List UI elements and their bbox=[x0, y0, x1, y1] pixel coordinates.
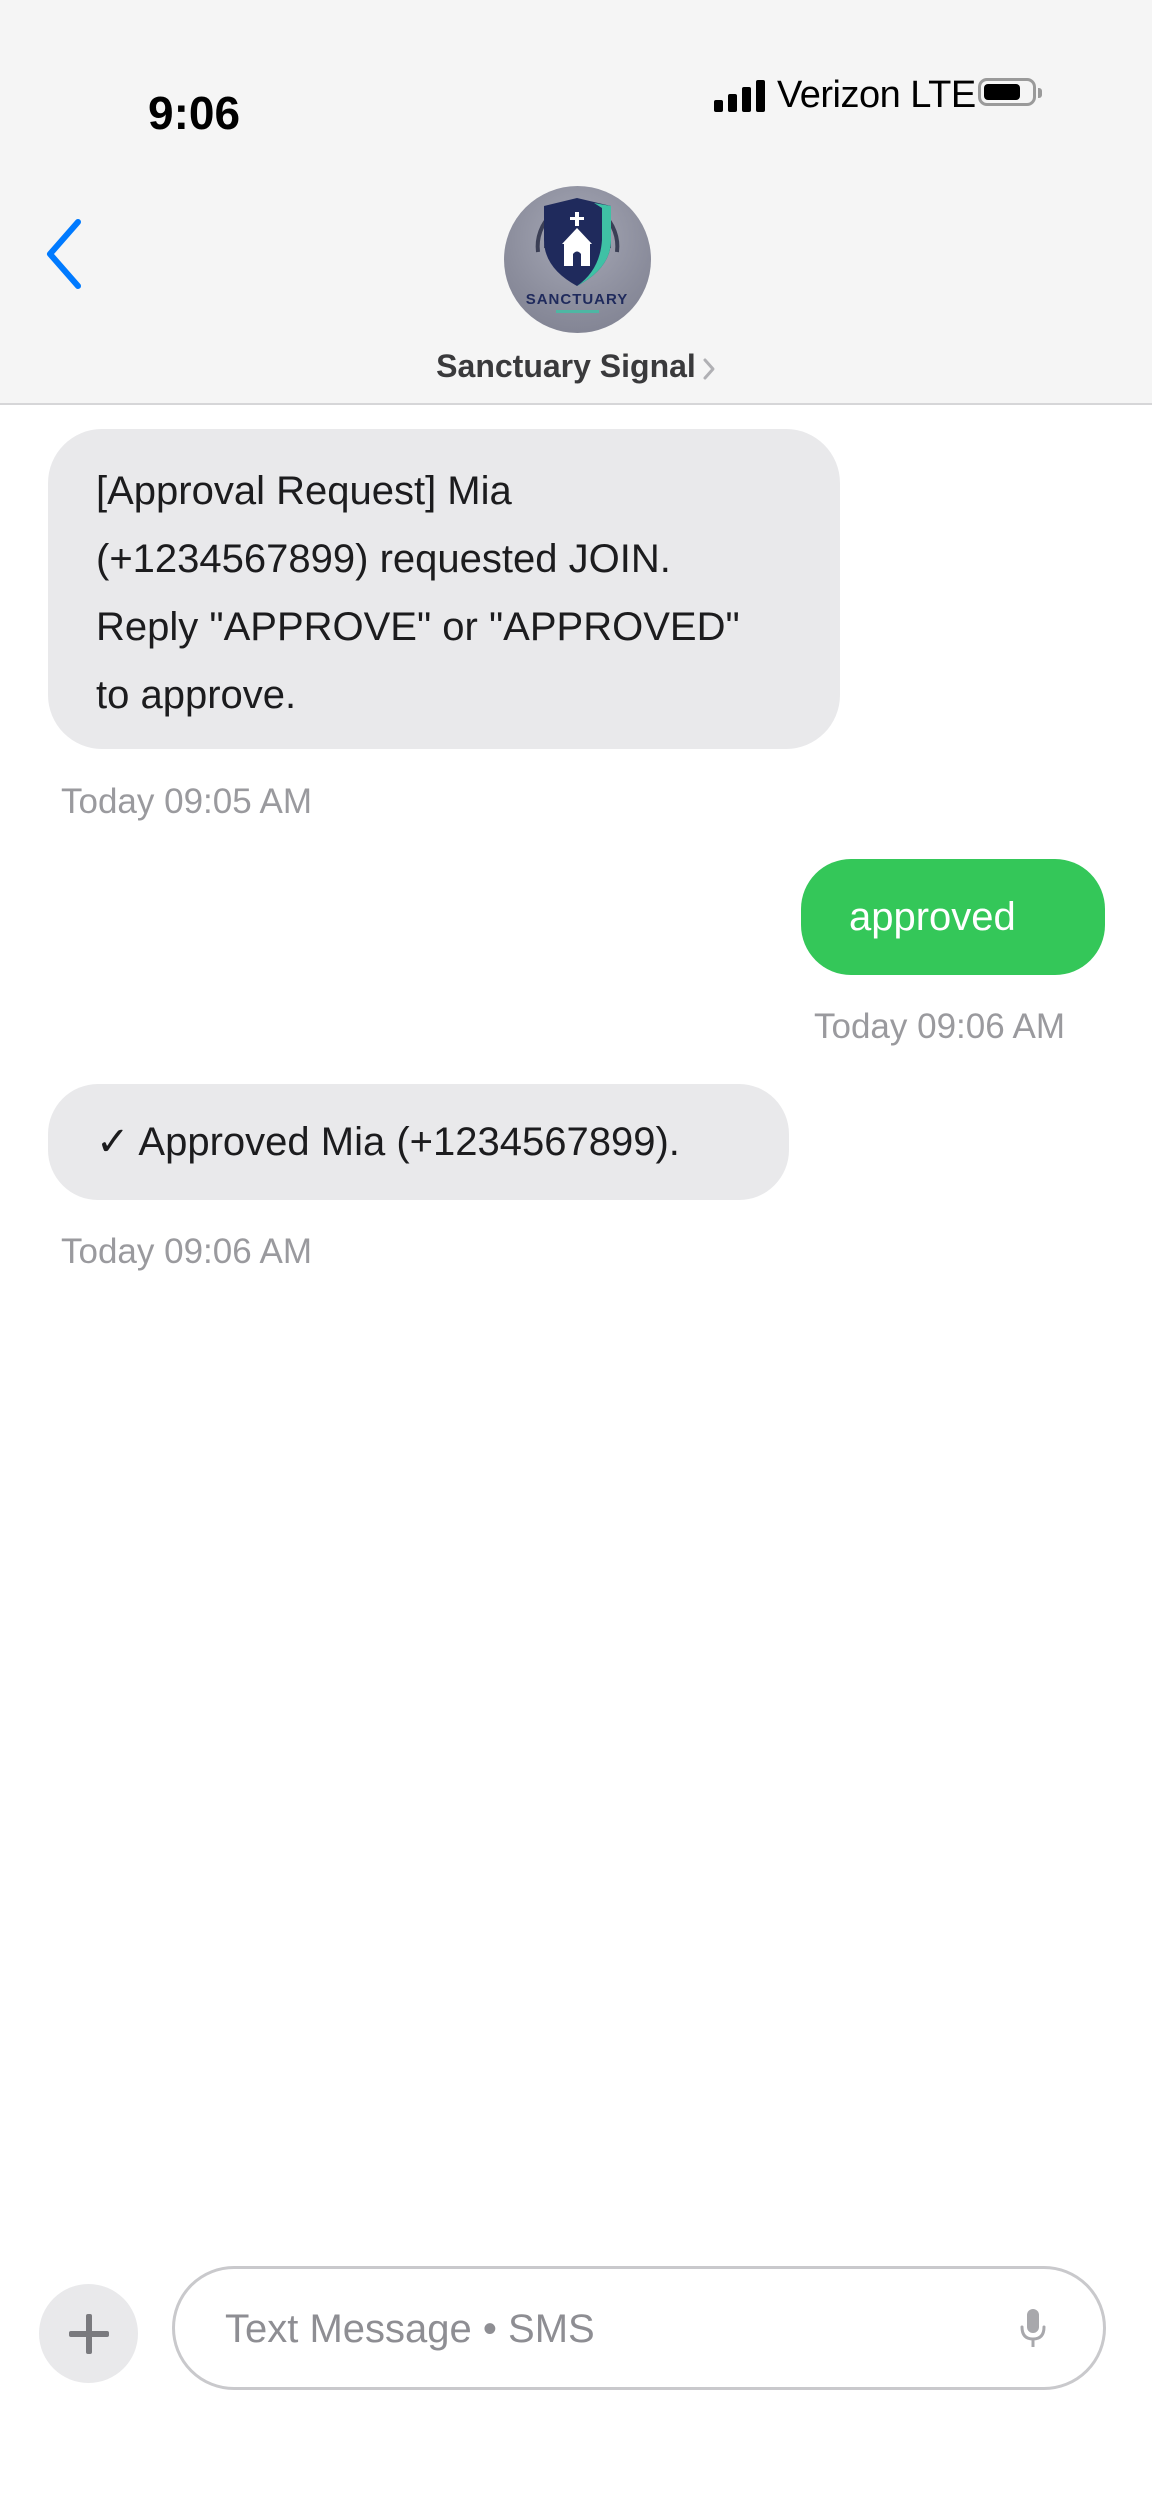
message-line: [Approval Request] Mia bbox=[96, 469, 512, 513]
microphone-icon[interactable] bbox=[1018, 2307, 1048, 2351]
message-timestamp: Today 09:06 AM bbox=[814, 1007, 1065, 1046]
contact-name-row: Sanctuary Signal bbox=[0, 348, 1152, 385]
contact-name[interactable]: Sanctuary Signal bbox=[436, 348, 696, 384]
message-line: to approve. bbox=[96, 673, 297, 717]
message-composer[interactable] bbox=[172, 2266, 1106, 2390]
church-shield-logo-icon: SANCTUARY bbox=[526, 198, 629, 313]
signal-bars-icon bbox=[714, 78, 765, 112]
chevron-right-icon bbox=[703, 358, 715, 380]
carrier-label: Verizon LTE bbox=[777, 73, 976, 116]
outgoing-message-bubble[interactable]: approved bbox=[801, 859, 1105, 975]
status-indicators: Verizon LTE bbox=[714, 72, 976, 118]
message-line: (+1234567899) requested JOIN. bbox=[96, 537, 671, 581]
message-line: Reply "APPROVE" or "APPROVED" bbox=[96, 605, 740, 649]
conversation-header: 9:06 Verizon LTE SANCTUARY Sanctuary Sig… bbox=[0, 0, 1152, 405]
add-attachment-button[interactable] bbox=[39, 2284, 138, 2383]
message-text: ✓ Approved Mia (+1234567899). bbox=[96, 1120, 680, 1164]
incoming-message-bubble[interactable]: ✓ Approved Mia (+1234567899). bbox=[48, 1084, 789, 1200]
incoming-message-bubble[interactable]: [Approval Request] Mia (+1234567899) req… bbox=[48, 429, 840, 749]
status-time: 9:06 bbox=[148, 87, 241, 139]
chevron-left-icon bbox=[47, 219, 81, 289]
message-text: approved bbox=[849, 895, 1016, 939]
back-button[interactable] bbox=[40, 214, 94, 294]
contact-avatar[interactable]: SANCTUARY bbox=[504, 186, 651, 333]
message-timestamp: Today 09:06 AM bbox=[61, 1232, 312, 1271]
battery-icon bbox=[978, 78, 1042, 106]
avatar-wordmark: SANCTUARY bbox=[526, 291, 629, 308]
message-timestamp: Today 09:05 AM bbox=[61, 782, 312, 821]
message-input[interactable] bbox=[223, 2293, 987, 2365]
